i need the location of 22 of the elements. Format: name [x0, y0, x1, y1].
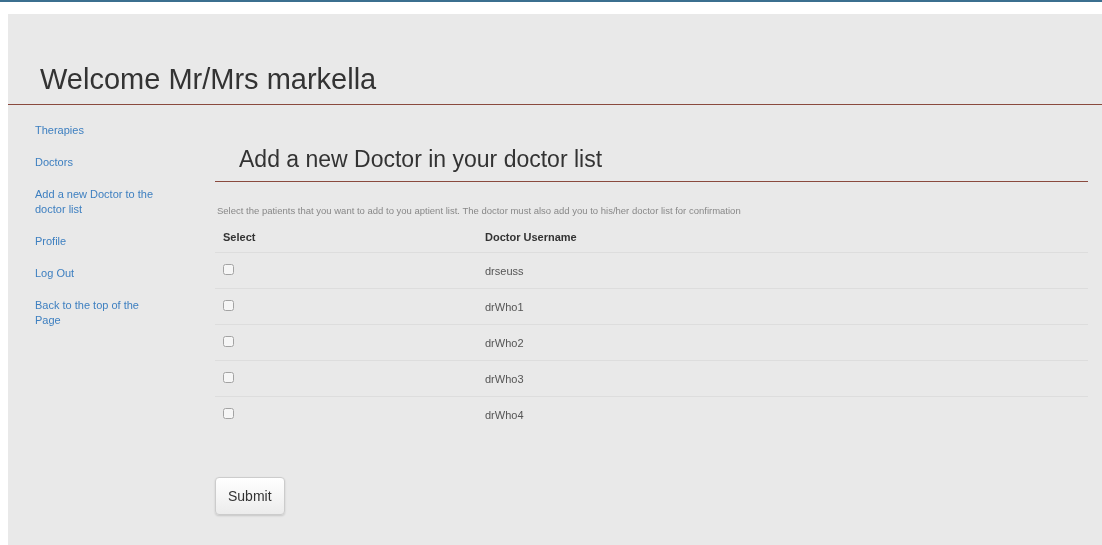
select-checkbox[interactable] — [223, 300, 234, 311]
username-cell: drWho2 — [485, 336, 524, 349]
select-checkbox[interactable] — [223, 408, 234, 419]
sidebar-link[interactable]: Profile — [35, 234, 155, 249]
username-cell: drWho4 — [485, 408, 524, 421]
sidebar-link[interactable]: Doctors — [35, 155, 155, 170]
select-checkbox[interactable] — [223, 336, 234, 347]
column-header: Doctor Username — [477, 224, 1088, 253]
sidebar-link[interactable]: Add a new Doctor to the doctor list — [35, 187, 155, 217]
instruction-text: Select the patients that you want to add to you aptient list. The doctor must also add you to his/her doctor list for confirmation — [217, 205, 742, 216]
sidebar-link[interactable]: Log Out — [35, 266, 155, 281]
page-title: Welcome Mr/Mrs markella — [40, 62, 378, 96]
select-checkbox[interactable] — [223, 372, 234, 383]
sidebar-link[interactable]: Back to the top of the Page — [35, 298, 155, 328]
username-cell: drseuss — [485, 264, 524, 277]
section-heading: Add a new Doctor in your doctor list — [215, 145, 1088, 182]
select-checkbox[interactable] — [223, 264, 234, 275]
sidebar-link[interactable]: Therapies — [35, 123, 155, 138]
column-header: Select — [215, 224, 477, 253]
submit-button[interactable]: Submit — [215, 477, 285, 515]
username-cell: drWho1 — [485, 300, 524, 313]
username-cell: drWho3 — [485, 372, 524, 385]
